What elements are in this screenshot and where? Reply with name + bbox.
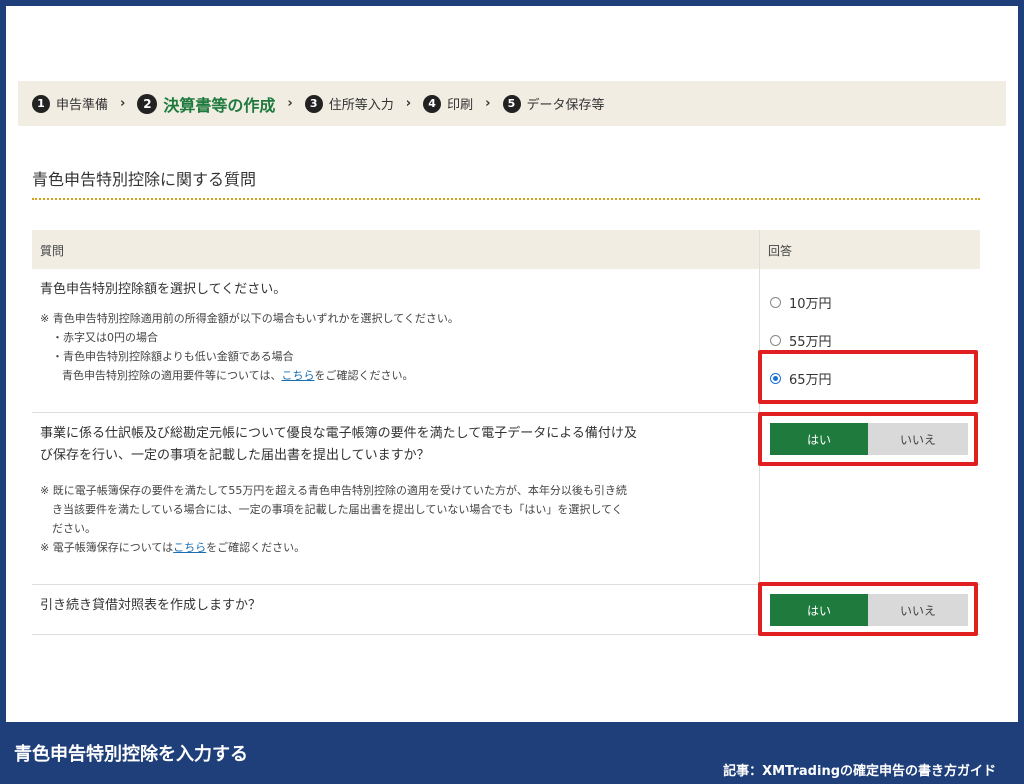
question-text: 引き続き貸借対照表を作成しますか？: [40, 598, 262, 613]
note-text: 青色申告特別控除の適用要件等については、こちらをご確認ください。: [40, 366, 751, 385]
question-text: 青色申告特別控除額を選択してください。: [40, 282, 287, 297]
step-label: 住所等入力: [328, 98, 394, 113]
article-caption: 記事：XMTradingの確定申告の書き方ガイド: [723, 764, 996, 779]
radio-option-55man[interactable]: 55万円: [770, 331, 832, 350]
section-divider: [32, 198, 980, 200]
column-header-question: 質問: [32, 230, 760, 269]
highlight-box: [758, 350, 978, 404]
section-title: 青色申告特別控除に関する質問: [32, 170, 257, 189]
step-number-icon: 3: [304, 94, 323, 113]
step-4: 4 印刷: [423, 94, 473, 113]
highlight-box: [758, 412, 978, 466]
banner-title: 青色申告特別控除を入力する: [14, 744, 248, 765]
chevron-right-icon: ›: [485, 96, 491, 111]
note-text-segment: ※ 電子帳簿保存については: [40, 541, 174, 554]
radio-label: 55万円: [789, 335, 832, 350]
note-text: ※ 青色申告特別控除適用前の所得金額が以下の場合もいずれかを選択してください。: [40, 312, 459, 325]
step-1: 1 申告準備: [32, 94, 108, 113]
question-text-line: び保存を行い、一定の事項を記載した届出書を提出していますか？: [40, 448, 430, 463]
radio-icon[interactable]: [770, 297, 781, 308]
note-text-segment: をご確認ください。: [206, 541, 306, 554]
step-2-current: 2 決算書等の作成: [137, 92, 275, 116]
note-text: ※ 電子帳簿保存についてはこちらをご確認ください。: [40, 538, 751, 557]
step-label: 決算書等の作成: [163, 95, 276, 115]
question-cell: 事業に係る仕訳帳及び総勘定元帳について優良な電子帳簿の要件を満たして電子データに…: [32, 413, 760, 584]
content-frame: 1 申告準備 › 2 決算書等の作成 › 3 住所等入力 › 4 印刷 › 5 …: [6, 6, 1018, 722]
question-text-line: 事業に係る仕訳帳及び総勘定元帳について優良な電子帳簿の要件を満たして電子データに…: [40, 426, 637, 441]
chevron-right-icon: ›: [120, 96, 126, 111]
step-number-icon: 2: [137, 93, 158, 114]
step-label: データ保存等: [526, 98, 605, 113]
step-number-icon: 5: [502, 94, 521, 113]
note-text-segment: 青色申告特別控除の適用要件等については、: [62, 369, 282, 382]
progress-steps: 1 申告準備 › 2 決算書等の作成 › 3 住所等入力 › 4 印刷 › 5 …: [18, 81, 1006, 126]
step-number-icon: 1: [32, 94, 50, 113]
step-5: 5 データ保存等: [502, 94, 605, 113]
step-3: 3 住所等入力: [304, 94, 394, 113]
note-text: ださい。: [52, 522, 96, 535]
step-label: 印刷: [447, 98, 474, 113]
column-header-answer: 回答: [768, 244, 793, 258]
question-cell: 引き続き貸借対照表を作成しますか？: [32, 585, 760, 634]
note-text-segment: をご確認ください。: [314, 369, 414, 382]
note-text: き当該要件を満たしている場合には、一定の事項を記載した届出書を提出していない場合…: [52, 503, 623, 516]
note-text: ・赤字又は0円の場合: [52, 331, 158, 344]
highlight-box: [758, 582, 978, 636]
chevron-right-icon: ›: [287, 96, 293, 111]
radio-label: 10万円: [789, 297, 832, 312]
radio-icon[interactable]: [770, 335, 781, 346]
step-number-icon: 4: [423, 94, 442, 113]
radio-option-10man[interactable]: 10万円: [770, 293, 832, 312]
step-label: 申告準備: [56, 98, 109, 113]
note-text: ※ 既に電子帳簿保存の要件を満たして55万円を超える青色申告特別控除の適用を受け…: [40, 484, 627, 497]
note-text: ・青色申告特別控除額よりも低い金額である場合: [52, 350, 294, 363]
table-header: 質問 回答: [32, 230, 980, 269]
chevron-right-icon: ›: [405, 96, 412, 111]
question-cell: 青色申告特別控除額を選択してください。 ※ 青色申告特別控除適用前の所得金額が以…: [32, 269, 760, 412]
e-book-storage-link[interactable]: こちら: [173, 541, 206, 554]
requirements-link[interactable]: こちら: [281, 369, 314, 382]
